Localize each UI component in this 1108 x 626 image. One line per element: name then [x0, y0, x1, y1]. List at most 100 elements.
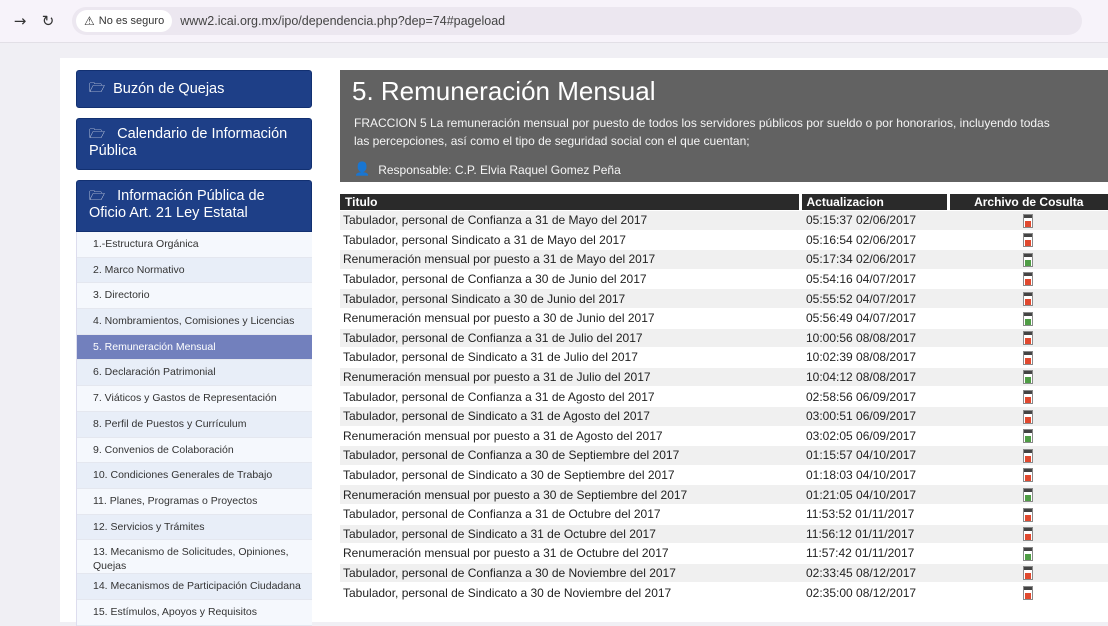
table-row: Tabulador, personal de Confianza a 31 de…	[340, 327, 1108, 348]
table-row: Tabulador, personal de Sindicato a 31 de…	[340, 347, 1108, 368]
sidebar-item[interactable]: 3. Directorio	[77, 283, 312, 310]
pdf-file-icon[interactable]	[1023, 566, 1033, 581]
table-row: Tabulador, personal Sindicato a 31 de Ma…	[340, 229, 1108, 250]
sidebar-item[interactable]: 8. Perfil de Puestos y Currículum	[77, 411, 312, 438]
description-line: FRACCION 5 La remuneración mensual por p…	[354, 116, 1050, 130]
address-bar[interactable]: ⚠ No es seguro www2.icai.org.mx/ipo/depe…	[72, 7, 1082, 35]
sidebar-item[interactable]: 7. Viáticos y Gastos de Representación	[77, 386, 312, 412]
table-header-row: Titulo Actualizacion Archivo de Cosulta	[340, 194, 1108, 211]
pdf-file-icon[interactable]	[1023, 331, 1033, 346]
cell-archivo	[948, 562, 1108, 583]
cell-titulo: Tabulador, personal de Sindicato a 31 de…	[340, 347, 800, 368]
table-row: Tabulador, personal de Sindicato a 30 de…	[340, 464, 1108, 485]
table-row: Tabulador, personal de Confianza a 30 de…	[340, 268, 1108, 289]
pdf-file-icon[interactable]	[1023, 527, 1033, 542]
column-header-actualizacion: Actualizacion	[798, 194, 948, 211]
cell-archivo	[948, 503, 1108, 524]
sidebar-header-calendario[interactable]: 🗁 Calendario de Información Pública	[76, 118, 312, 170]
folder-open-icon: 🗁	[89, 189, 106, 204]
sidebar-item[interactable]: 4. Nombramientos, Comisiones y Licencias	[77, 309, 312, 335]
warning-icon: ⚠	[84, 14, 95, 28]
cell-titulo: Tabulador, personal de Confianza a 30 de…	[340, 268, 800, 289]
sidebar-item[interactable]: 1.-Estructura Orgánica	[77, 232, 312, 258]
spreadsheet-file-icon[interactable]	[1023, 429, 1033, 444]
pdf-file-icon[interactable]	[1023, 448, 1033, 463]
cell-actualizacion: 05:16:54 02/06/2017	[800, 229, 948, 250]
cell-archivo	[948, 307, 1108, 329]
spreadsheet-file-icon[interactable]	[1023, 370, 1033, 385]
pdf-file-icon[interactable]	[1023, 233, 1033, 248]
table-row: Renumeración mensual por puesto a 31 de …	[340, 366, 1108, 387]
pdf-file-icon[interactable]	[1023, 409, 1033, 424]
cell-actualizacion: 03:00:51 06/09/2017	[800, 405, 948, 427]
sidebar-item[interactable]: 6. Declaración Patrimonial	[77, 360, 312, 387]
responsable: 👤 Responsable: C.P. Elvia Raquel Gomez P…	[354, 162, 621, 177]
sidebar: 🗁 Buzón de Quejas 🗁 Calendario de Inform…	[76, 70, 312, 626]
cell-actualizacion: 05:54:16 04/07/2017	[800, 268, 948, 289]
table-row: Tabulador, personal de Confianza a 31 de…	[340, 386, 1108, 407]
pdf-file-icon[interactable]	[1023, 272, 1033, 287]
cell-archivo	[948, 210, 1108, 231]
cell-titulo: Tabulador, personal Sindicato a 30 de Ju…	[340, 288, 800, 309]
table-row: Tabulador, personal de Confianza a 31 de…	[340, 210, 1108, 231]
cell-actualizacion: 10:00:56 08/08/2017	[800, 327, 948, 348]
cell-actualizacion: 05:56:49 04/07/2017	[800, 307, 948, 329]
url-text[interactable]: www2.icai.org.mx/ipo/dependencia.php?dep…	[180, 14, 505, 28]
sidebar-item[interactable]: 11. Planes, Programas o Proyectos	[77, 488, 312, 515]
table-row: Renumeración mensual por puesto a 30 de …	[340, 307, 1108, 329]
pdf-file-icon[interactable]	[1023, 390, 1033, 405]
sidebar-item[interactable]: 14. Mecanismos de Participación Ciudadan…	[77, 574, 312, 600]
cell-titulo: Renumeración mensual por puesto a 31 de …	[340, 249, 800, 270]
table-row: Renumeración mensual por puesto a 30 de …	[340, 484, 1108, 505]
pdf-file-icon[interactable]	[1023, 292, 1033, 307]
table-row: Tabulador, personal de Sindicato a 30 de…	[340, 582, 1108, 602]
cell-actualizacion: 10:02:39 08/08/2017	[800, 347, 948, 368]
cell-titulo: Tabulador, personal de Confianza a 31 de…	[340, 386, 800, 407]
cell-titulo: Renumeración mensual por puesto a 31 de …	[340, 366, 800, 387]
table-row: Renumeración mensual por puesto a 31 de …	[340, 543, 1108, 564]
sidebar-header-label: Información Pública de Oficio Art. 21 Le…	[89, 188, 265, 221]
sidebar-item[interactable]: 10. Condiciones Generales de Trabajo	[77, 463, 312, 489]
spreadsheet-file-icon[interactable]	[1023, 252, 1033, 267]
section-description: FRACCION 5 La remuneración mensual por p…	[354, 114, 1108, 150]
user-icon: 👤	[354, 162, 371, 177]
sidebar-item[interactable]: 9. Convenios de Colaboración	[77, 437, 312, 464]
folder-open-icon: 🗁	[89, 81, 106, 96]
reload-icon[interactable]: ↻	[34, 12, 62, 30]
security-chip[interactable]: ⚠ No es seguro	[76, 10, 173, 32]
folder-open-icon: 🗁	[89, 127, 106, 142]
cell-archivo	[948, 347, 1108, 368]
sidebar-item[interactable]: 12. Servicios y Trámites	[77, 514, 312, 541]
forward-arrow-icon[interactable]: →	[6, 12, 34, 30]
sidebar-header-buzon[interactable]: 🗁 Buzón de Quejas	[76, 70, 312, 108]
sidebar-header-label: Buzón de Quejas	[113, 81, 225, 97]
column-header-titulo: Titulo	[340, 194, 800, 211]
pdf-file-icon[interactable]	[1023, 585, 1033, 600]
browser-toolbar: → ↻ ⚠ No es seguro www2.icai.org.mx/ipo/…	[0, 0, 1108, 43]
sidebar-item[interactable]: 2. Marco Normativo	[77, 257, 312, 284]
sidebar-item[interactable]: 13. Mecanismo de Solicitudes, Opiniones,…	[77, 540, 312, 575]
table-row: Tabulador, personal de Confianza a 30 de…	[340, 445, 1108, 466]
cell-archivo	[948, 543, 1108, 564]
spreadsheet-file-icon[interactable]	[1023, 311, 1033, 326]
table-row: Tabulador, personal de Confianza a 30 de…	[340, 562, 1108, 583]
pdf-file-icon[interactable]	[1023, 350, 1033, 365]
table-row: Renumeración mensual por puesto a 31 de …	[340, 425, 1108, 446]
table-row: Tabulador, personal de Sindicato a 31 de…	[340, 405, 1108, 427]
cell-titulo: Renumeración mensual por puesto a 30 de …	[340, 484, 800, 505]
spreadsheet-file-icon[interactable]	[1023, 488, 1033, 503]
cell-titulo: Tabulador, personal de Sindicato a 31 de…	[340, 523, 800, 544]
security-label: No es seguro	[98, 15, 165, 27]
spreadsheet-file-icon[interactable]	[1023, 546, 1033, 561]
cell-actualizacion: 11:53:52 01/11/2017	[800, 503, 948, 524]
cell-archivo	[948, 366, 1108, 387]
pdf-file-icon[interactable]	[1023, 507, 1033, 522]
sidebar-header-informacion-publica[interactable]: 🗁 Información Pública de Oficio Art. 21 …	[76, 180, 312, 232]
cell-titulo: Tabulador, personal de Confianza a 30 de…	[340, 445, 800, 466]
pdf-file-icon[interactable]	[1023, 213, 1033, 228]
pdf-file-icon[interactable]	[1023, 468, 1033, 483]
documents-table: Titulo Actualizacion Archivo de Cosulta …	[340, 194, 1108, 602]
sidebar-item[interactable]: 5. Remuneración Mensual	[77, 334, 312, 361]
sidebar-list: 1.-Estructura Orgánica 2. Marco Normativo…	[76, 232, 312, 626]
cell-titulo: Tabulador, personal de Confianza a 30 de…	[340, 562, 800, 583]
